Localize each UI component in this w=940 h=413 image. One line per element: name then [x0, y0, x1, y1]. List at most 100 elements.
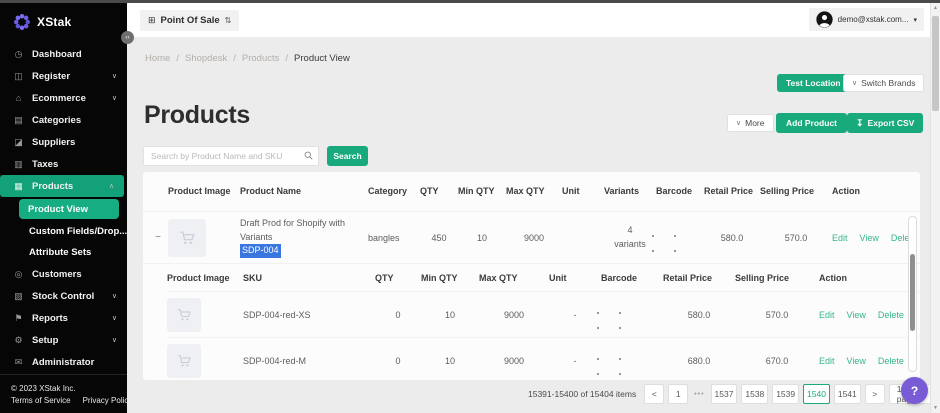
- search-input[interactable]: [143, 146, 319, 166]
- breadcrumb-shopdesk[interactable]: Shopdesk: [185, 53, 227, 64]
- variant-qty: 0: [375, 310, 421, 320]
- variant-unit: -: [549, 310, 601, 320]
- privacy-policy-link[interactable]: Privacy Policy: [83, 396, 133, 405]
- export-csv-button[interactable]: ↧ Export CSV: [847, 113, 923, 133]
- sidebar-subitem-product-view[interactable]: Product View: [19, 199, 119, 219]
- dashboard-icon: ◷: [13, 50, 24, 59]
- col-category: Category: [368, 185, 420, 197]
- setup-icon: ⚙: [13, 336, 24, 345]
- product-sku-highlighted: SDP-004: [240, 244, 281, 258]
- administrator-icon: ✉: [13, 358, 24, 367]
- variant-row: SDP-004-red-M 0 10 9000 - 680.0 670.0 Ed…: [167, 338, 920, 380]
- sidebar-item-stock-control[interactable]: ▧ Stock Control ∨: [0, 285, 127, 307]
- breadcrumb-product-view: Product View: [294, 53, 350, 64]
- brand-logo[interactable]: XStak: [0, 3, 127, 39]
- variant-image-placeholder: [167, 344, 201, 378]
- vcol-sku: SKU: [243, 273, 375, 283]
- browser-scrollbar[interactable]: ▲ ▼: [930, 3, 940, 413]
- switch-brands-button[interactable]: ∨ Switch Brands: [843, 74, 924, 92]
- pagination-page-1540-active[interactable]: 1540: [803, 384, 830, 404]
- user-menu-button[interactable]: demo@xstak.com... ▾: [809, 8, 924, 31]
- test-location-button[interactable]: Test Location: [777, 74, 850, 92]
- vcol-product-image: Product Image: [167, 273, 243, 283]
- col-min-qty: Min QTY: [458, 185, 506, 197]
- sidebar-item-setup[interactable]: ⚙ Setup ∨: [0, 329, 127, 351]
- variant-selling-price: 670.0: [735, 356, 819, 366]
- variant-retail-price: 580.0: [663, 310, 735, 320]
- pagination-page-1[interactable]: 1: [668, 384, 688, 404]
- pagination-page-1537[interactable]: 1537: [711, 384, 738, 404]
- scroll-up-arrow-icon[interactable]: ▲: [931, 3, 940, 13]
- sidebar-item-taxes[interactable]: ▥ Taxes: [0, 153, 127, 175]
- terms-of-service-link[interactable]: Terms of Service: [11, 396, 71, 405]
- cart-icon: [175, 352, 193, 370]
- breadcrumb-products[interactable]: Products: [242, 53, 280, 64]
- vcol-barcode: Barcode: [601, 273, 663, 283]
- sidebar-item-products[interactable]: ▦ Products ∧: [0, 175, 124, 197]
- chevron-down-icon: ∨: [112, 94, 117, 102]
- sidebar-item-customers[interactable]: ◎ Customers: [0, 263, 127, 285]
- sidebar-item-ecommerce[interactable]: ⌂ Ecommerce ∨: [0, 87, 127, 109]
- sidebar-collapse-toggle[interactable]: ‹›: [121, 31, 134, 44]
- sidebar-menu: ◷ Dashboard ◫ Register ∨ ⌂ Ecommerce ∨ ▤…: [0, 43, 127, 373]
- col-unit: Unit: [562, 185, 604, 197]
- variant-actions: Edit View Delete: [819, 356, 910, 366]
- pagination-ellipsis: •••: [692, 391, 706, 398]
- reports-icon: ⚑: [13, 314, 24, 323]
- ecommerce-icon: ⌂: [13, 94, 24, 103]
- variant-retail-price: 680.0: [663, 356, 735, 366]
- delete-link[interactable]: Delete: [878, 310, 904, 320]
- pagination-page-1541[interactable]: 1541: [834, 384, 861, 404]
- edit-link[interactable]: Edit: [832, 233, 848, 243]
- suppliers-icon: ◪: [13, 138, 24, 147]
- view-link[interactable]: View: [847, 310, 866, 320]
- pagination-page-1539[interactable]: 1539: [772, 384, 799, 404]
- sidebar-item-administrator[interactable]: ✉ Administrator: [0, 351, 127, 373]
- sidebar-item-reports[interactable]: ⚑ Reports ∨: [0, 307, 127, 329]
- app-switcher-button[interactable]: ⊞ Point Of Sale ⇅: [140, 10, 239, 31]
- browser-scrollbar-thumb[interactable]: [932, 16, 939, 111]
- delete-link[interactable]: Delete: [878, 356, 904, 366]
- pagination-page-1538[interactable]: 1538: [741, 384, 768, 404]
- search-field-wrap: [143, 146, 319, 166]
- chevron-down-icon: ∨: [112, 72, 117, 80]
- pagination-next-button[interactable]: >: [865, 384, 885, 404]
- categories-icon: ▤: [13, 116, 24, 125]
- app-window: XStak ◷ Dashboard ◫ Register ∨ ⌂ Ecommer…: [0, 0, 940, 413]
- sidebar-item-categories[interactable]: ▤ Categories: [0, 109, 127, 131]
- sidebar-subitem-attribute-sets[interactable]: Attribute Sets: [0, 242, 127, 263]
- taxes-icon: ▥: [13, 160, 24, 169]
- scroll-down-arrow-icon[interactable]: ▼: [931, 403, 940, 413]
- add-product-button[interactable]: Add Product: [776, 113, 847, 133]
- caret-down-icon: ▾: [913, 16, 917, 24]
- view-link[interactable]: View: [860, 233, 879, 243]
- chevron-down-icon: ∨: [112, 292, 117, 300]
- collapse-row-toggle[interactable]: −: [148, 232, 168, 243]
- xstak-logo-icon: [13, 13, 31, 31]
- cart-icon: [175, 306, 193, 324]
- table-scrollbar[interactable]: [908, 216, 917, 372]
- breadcrumb-home[interactable]: Home: [145, 53, 170, 64]
- vcol-unit: Unit: [549, 273, 601, 283]
- sort-caret-icon: ⇅: [225, 16, 232, 25]
- edit-link[interactable]: Edit: [819, 356, 835, 366]
- help-button[interactable]: ?: [901, 377, 928, 404]
- sidebar-item-suppliers[interactable]: ◪ Suppliers: [0, 131, 127, 153]
- user-email: demo@xstak.com...: [838, 15, 909, 24]
- variant-min-qty: 10: [421, 310, 479, 320]
- view-link[interactable]: View: [847, 356, 866, 366]
- table-scrollbar-thumb[interactable]: [910, 254, 915, 331]
- products-table-header-row: Product Image Product Name Category QTY …: [143, 172, 920, 212]
- products-table-card: Product Image Product Name Category QTY …: [143, 172, 920, 380]
- sidebar-subitem-custom-fields[interactable]: Custom Fields/Drop...: [0, 221, 127, 242]
- col-variants: Variants: [604, 185, 656, 197]
- more-button[interactable]: ∨ More: [727, 114, 774, 132]
- stock-control-icon: ▧: [13, 292, 24, 301]
- sidebar-item-register[interactable]: ◫ Register ∨: [0, 65, 127, 87]
- search-button[interactable]: Search: [327, 146, 368, 166]
- edit-link[interactable]: Edit: [819, 310, 835, 320]
- product-qty: 450: [420, 233, 458, 243]
- sidebar-item-dashboard[interactable]: ◷ Dashboard: [0, 43, 127, 65]
- pagination-prev-button[interactable]: <: [644, 384, 664, 404]
- variant-row: SDP-004-red-XS 0 10 9000 - 580.0 570.0 E…: [167, 292, 920, 338]
